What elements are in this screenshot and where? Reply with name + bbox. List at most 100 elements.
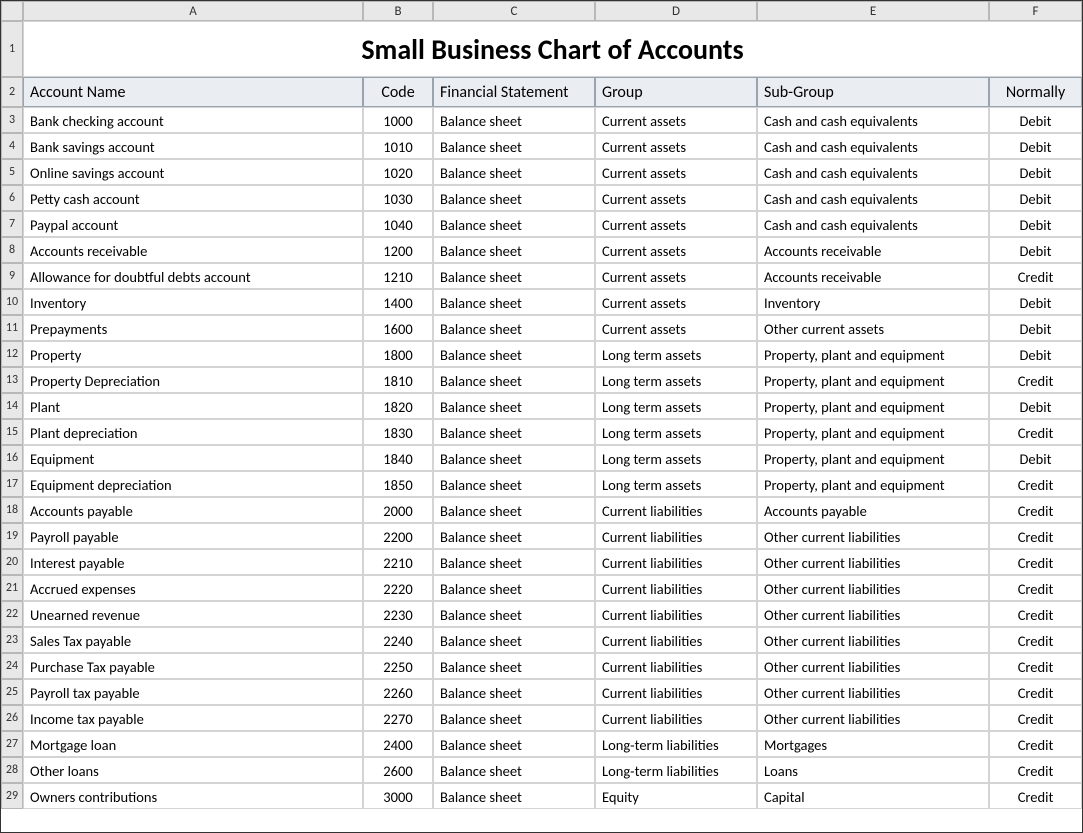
cell-code[interactable]: 2400	[363, 731, 433, 757]
cell-account-name[interactable]: Prepayments	[23, 315, 363, 341]
cell-group[interactable]: Current liabilities	[595, 575, 757, 601]
cell-account-name[interactable]: Payroll tax payable	[23, 679, 363, 705]
cell-subgroup[interactable]: Loans	[757, 757, 989, 783]
cell-normally[interactable]: Credit	[989, 575, 1082, 601]
cell-subgroup[interactable]: Property, plant and equipment	[757, 445, 989, 471]
cell-code[interactable]: 1000	[363, 107, 433, 133]
cell-statement[interactable]: Balance sheet	[433, 471, 595, 497]
cell-account-name[interactable]: Interest payable	[23, 549, 363, 575]
cell-group[interactable]: Current liabilities	[595, 653, 757, 679]
header-account-name[interactable]: Account Name	[23, 77, 363, 107]
cell-normally[interactable]: Debit	[989, 445, 1082, 471]
cell-account-name[interactable]: Plant depreciation	[23, 419, 363, 445]
cell-statement[interactable]: Balance sheet	[433, 783, 595, 809]
cell-statement[interactable]: Balance sheet	[433, 107, 595, 133]
cell-code[interactable]: 1010	[363, 133, 433, 159]
cell-subgroup[interactable]: Other current liabilities	[757, 653, 989, 679]
cell-group[interactable]: Current liabilities	[595, 627, 757, 653]
cell-code[interactable]: 2240	[363, 627, 433, 653]
spreadsheet-grid[interactable]: ABCDEF1Small Business Chart of Accounts2…	[1, 1, 1082, 809]
cell-code[interactable]: 2230	[363, 601, 433, 627]
cell-code[interactable]: 1810	[363, 367, 433, 393]
cell-account-name[interactable]: Allowance for doubtful debts account	[23, 263, 363, 289]
cell-normally[interactable]: Credit	[989, 653, 1082, 679]
cell-account-name[interactable]: Accrued expenses	[23, 575, 363, 601]
cell-subgroup[interactable]: Cash and cash equivalents	[757, 133, 989, 159]
cell-account-name[interactable]: Equipment depreciation	[23, 471, 363, 497]
cell-statement[interactable]: Balance sheet	[433, 133, 595, 159]
cell-normally[interactable]: Debit	[989, 237, 1082, 263]
row-header[interactable]: 3	[1, 107, 23, 133]
cell-subgroup[interactable]: Property, plant and equipment	[757, 419, 989, 445]
cell-normally[interactable]: Debit	[989, 393, 1082, 419]
cell-statement[interactable]: Balance sheet	[433, 757, 595, 783]
cell-code[interactable]: 1830	[363, 419, 433, 445]
cell-account-name[interactable]: Online savings account	[23, 159, 363, 185]
cell-account-name[interactable]: Accounts receivable	[23, 237, 363, 263]
cell-normally[interactable]: Credit	[989, 523, 1082, 549]
row-header[interactable]: 12	[1, 341, 23, 367]
cell-subgroup[interactable]: Property, plant and equipment	[757, 471, 989, 497]
cell-subgroup[interactable]: Other current liabilities	[757, 601, 989, 627]
column-header[interactable]: F	[989, 1, 1082, 21]
cell-subgroup[interactable]: Inventory	[757, 289, 989, 315]
row-header[interactable]: 2	[1, 77, 23, 107]
row-header[interactable]: 23	[1, 627, 23, 653]
cell-group[interactable]: Long-term liabilities	[595, 757, 757, 783]
cell-statement[interactable]: Balance sheet	[433, 705, 595, 731]
cell-code[interactable]: 1210	[363, 263, 433, 289]
cell-code[interactable]: 2000	[363, 497, 433, 523]
row-header[interactable]: 20	[1, 549, 23, 575]
cell-normally[interactable]: Credit	[989, 367, 1082, 393]
row-header[interactable]: 25	[1, 679, 23, 705]
cell-subgroup[interactable]: Cash and cash equivalents	[757, 159, 989, 185]
cell-account-name[interactable]: Accounts payable	[23, 497, 363, 523]
cell-account-name[interactable]: Plant	[23, 393, 363, 419]
cell-code[interactable]: 1020	[363, 159, 433, 185]
cell-code[interactable]: 1840	[363, 445, 433, 471]
cell-normally[interactable]: Credit	[989, 471, 1082, 497]
cell-statement[interactable]: Balance sheet	[433, 185, 595, 211]
cell-normally[interactable]: Debit	[989, 315, 1082, 341]
cell-normally[interactable]: Credit	[989, 679, 1082, 705]
cell-subgroup[interactable]: Property, plant and equipment	[757, 367, 989, 393]
cell-account-name[interactable]: Unearned revenue	[23, 601, 363, 627]
cell-subgroup[interactable]: Cash and cash equivalents	[757, 185, 989, 211]
cell-subgroup[interactable]: Cash and cash equivalents	[757, 211, 989, 237]
row-header[interactable]: 11	[1, 315, 23, 341]
cell-code[interactable]: 2220	[363, 575, 433, 601]
cell-account-name[interactable]: Equipment	[23, 445, 363, 471]
cell-statement[interactable]: Balance sheet	[433, 315, 595, 341]
cell-normally[interactable]: Credit	[989, 497, 1082, 523]
cell-group[interactable]: Current assets	[595, 185, 757, 211]
column-header[interactable]: A	[23, 1, 363, 21]
cell-account-name[interactable]: Mortgage loan	[23, 731, 363, 757]
cell-account-name[interactable]: Payroll payable	[23, 523, 363, 549]
cell-code[interactable]: 1600	[363, 315, 433, 341]
cell-statement[interactable]: Balance sheet	[433, 497, 595, 523]
cell-group[interactable]: Long-term liabilities	[595, 731, 757, 757]
row-header[interactable]: 26	[1, 705, 23, 731]
header-group[interactable]: Group	[595, 77, 757, 107]
select-all-corner[interactable]	[1, 1, 23, 21]
cell-statement[interactable]: Balance sheet	[433, 653, 595, 679]
cell-normally[interactable]: Debit	[989, 133, 1082, 159]
cell-subgroup[interactable]: Mortgages	[757, 731, 989, 757]
cell-normally[interactable]: Credit	[989, 627, 1082, 653]
cell-normally[interactable]: Credit	[989, 757, 1082, 783]
cell-group[interactable]: Current assets	[595, 159, 757, 185]
row-header[interactable]: 7	[1, 211, 23, 237]
column-header[interactable]: D	[595, 1, 757, 21]
row-header[interactable]: 18	[1, 497, 23, 523]
cell-account-name[interactable]: Petty cash account	[23, 185, 363, 211]
cell-code[interactable]: 1200	[363, 237, 433, 263]
cell-group[interactable]: Long term assets	[595, 471, 757, 497]
row-header[interactable]: 8	[1, 237, 23, 263]
header-normally[interactable]: Normally	[989, 77, 1082, 107]
column-header[interactable]: C	[433, 1, 595, 21]
cell-normally[interactable]: Debit	[989, 159, 1082, 185]
row-header[interactable]: 15	[1, 419, 23, 445]
cell-account-name[interactable]: Purchase Tax payable	[23, 653, 363, 679]
cell-code[interactable]: 2600	[363, 757, 433, 783]
cell-subgroup[interactable]: Accounts payable	[757, 497, 989, 523]
